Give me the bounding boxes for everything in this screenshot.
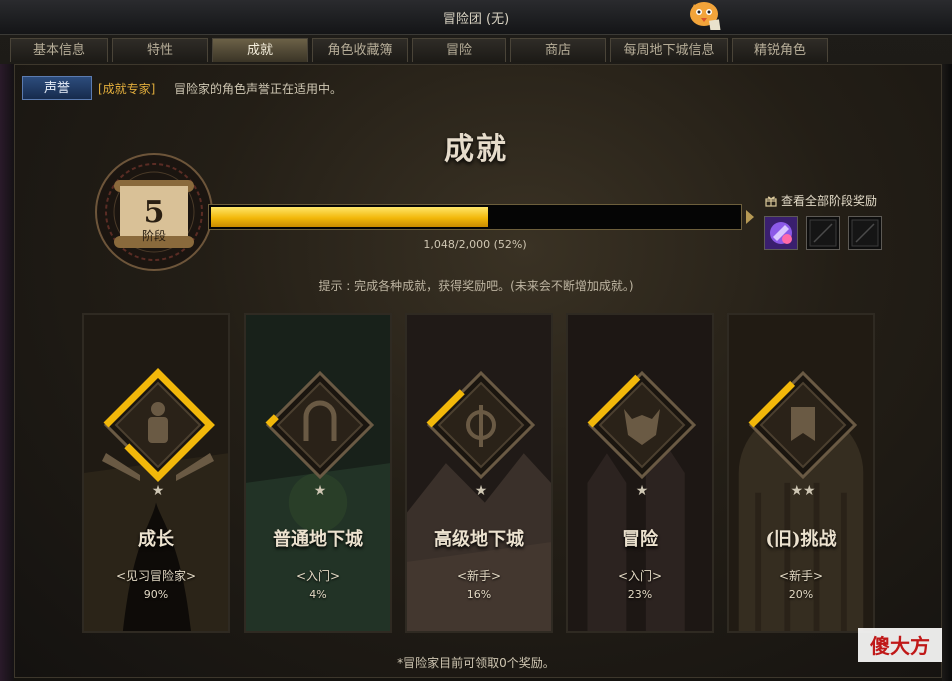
banner-icon: ★★	[748, 368, 860, 499]
category-percent: 23%	[627, 588, 653, 601]
category-rank: <见习冒险家>	[115, 569, 197, 583]
title-tag: [成就专家]	[98, 82, 156, 96]
tip-text: 提示 : 完成各种成就，获得奖励吧。(未来会不断增加成就。)	[318, 279, 634, 293]
category-card-normal-dungeon[interactable]: ★ 普通地下城 <入门> 4%	[244, 313, 392, 633]
category-percent: 20%	[788, 588, 814, 601]
gift-icon	[765, 196, 777, 207]
empty-slot-icon	[809, 219, 837, 247]
stage-label: 阶段	[142, 228, 166, 243]
watermark-logo: 傻大方	[858, 628, 942, 662]
svg-text:★: ★	[636, 483, 649, 499]
tab-achievements[interactable]: 成就	[212, 38, 308, 62]
progress-text: 1,048/2,000 (52%)	[423, 238, 527, 251]
category-card-growth[interactable]: ★ 成长 <见习冒险家> 90%	[82, 313, 230, 633]
empty-slot-icon	[851, 219, 879, 247]
reward-slot-1[interactable]	[764, 216, 798, 250]
category-card-advanced-dungeon[interactable]: ★ 高级地下城 <新手> 16%	[405, 313, 553, 633]
svg-text:傻大方: 傻大方	[870, 634, 930, 658]
category-percent: 4%	[309, 588, 327, 601]
reward-slot-2[interactable]	[806, 216, 840, 250]
tab-adventure[interactable]: 冒险	[412, 38, 506, 62]
category-percent: 90%	[143, 588, 169, 601]
category-percent: 16%	[466, 588, 492, 601]
tab-bar: 基本信息 特性 成就 角色收藏簿 冒险 商店 每周地下城信息 精锐角色	[10, 38, 942, 62]
title-bar[interactable]: 冒险团 (无)	[0, 0, 952, 35]
svg-text:★★: ★★	[790, 483, 815, 499]
window-title: 冒险团 (无)	[442, 12, 510, 27]
category-rank: <新手>	[456, 569, 502, 583]
demon-mask-icon: ★	[587, 368, 699, 499]
svg-text:★: ★	[314, 483, 327, 499]
category-rank: <新手>	[778, 569, 824, 583]
tab-character-collection[interactable]: 角色收藏簿	[312, 38, 408, 62]
stage-number: 5	[144, 195, 165, 230]
category-card-adventure[interactable]: ★ 冒险 <入门> 23%	[566, 313, 714, 633]
category-rank: <入门>	[617, 569, 663, 583]
view-all-rewards-label: 查看全部阶段奖励	[781, 194, 878, 208]
reputation-button[interactable]: 声誉	[22, 76, 92, 100]
tab-elite-characters[interactable]: 精锐角色	[732, 38, 828, 62]
gate-icon: ★	[265, 368, 377, 499]
tab-traits[interactable]: 特性	[112, 38, 208, 62]
svg-text:★: ★	[152, 483, 165, 499]
category-name: 冒险	[622, 529, 658, 550]
sword-shield-icon: ★	[426, 368, 538, 499]
claimable-rewards-text: *冒险家目前可领取0个奖励。	[397, 656, 555, 670]
progress-bar-fill	[211, 207, 488, 227]
category-card-old-challenge[interactable]: ★★ (旧)挑战 <新手> 20%	[727, 313, 875, 633]
category-name: 成长	[138, 529, 174, 550]
body-silhouette-icon: ★	[102, 368, 215, 499]
category-name: 普通地下城	[273, 529, 363, 550]
potion-reward-icon	[765, 217, 797, 249]
category-name: 高级地下城	[434, 529, 524, 550]
reputation-status-text: 冒险家的角色声誉正在适用中。	[174, 82, 343, 96]
view-all-rewards-link[interactable]: 查看全部阶段奖励	[765, 192, 877, 209]
tab-shop[interactable]: 商店	[510, 38, 606, 62]
stage-scroll-emblem: 5 阶段	[95, 153, 213, 271]
tab-weekly-dungeon[interactable]: 每周地下城信息	[610, 38, 728, 62]
tab-basic-info[interactable]: 基本信息	[10, 38, 108, 62]
svg-text:★: ★	[475, 483, 488, 499]
reward-slot-3[interactable]	[848, 216, 882, 250]
mascot-bird-icon	[690, 2, 721, 30]
adventure-group-window: 冒险团 (无) 基本信息 特性 成就 角色收藏簿 冒险 商店 每周地下城信息 精…	[0, 0, 952, 681]
category-rank: <入门>	[295, 569, 341, 583]
category-name: (旧)挑战	[765, 529, 837, 550]
progress-arrow-icon	[746, 210, 754, 224]
achievement-progress-bar	[208, 204, 742, 230]
